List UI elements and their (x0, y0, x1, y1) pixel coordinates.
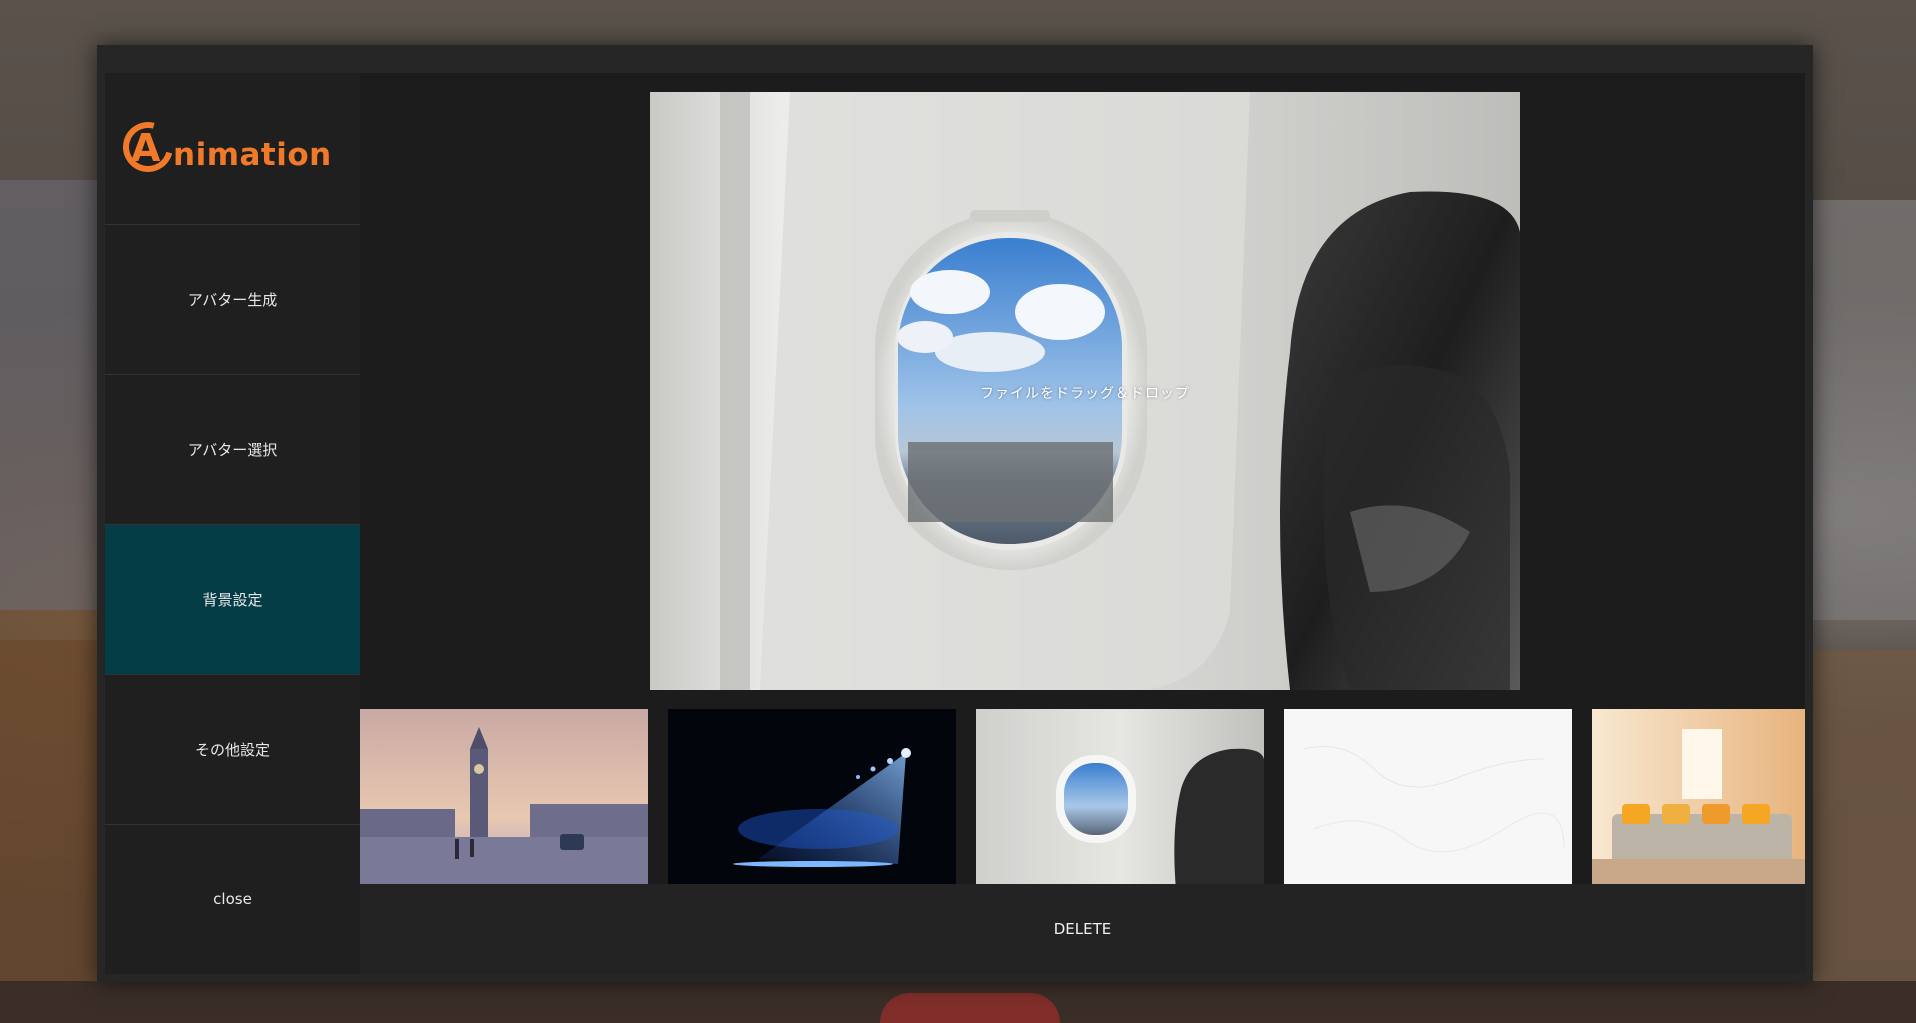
drop-hint: ファイルをドラッグ＆ドロップ (980, 386, 1190, 402)
background-thumbnail-white-texture[interactable] (1284, 709, 1572, 890)
sidebar: A nimation アバター生成 アバター選択 背景設定 その他設定 clos… (105, 73, 360, 974)
background-thumbnail-airplane[interactable] (976, 709, 1264, 890)
background-thumbnail-strip (360, 709, 1805, 890)
delete-button[interactable]: DELETE (360, 884, 1805, 974)
background-wall (0, 180, 110, 610)
sidebar-item-avatar-generate[interactable]: アバター生成 (105, 224, 360, 375)
app-logo: A nimation (105, 73, 360, 225)
background-preview-dropzone[interactable]: ファイルをドラッグ＆ドロップ (650, 92, 1520, 690)
main-panel: ファイルをドラッグ＆ドロップ DELETE (360, 73, 1805, 974)
background-window (1806, 200, 1916, 620)
logo-mark-letter: A (131, 126, 161, 171)
sidebar-item-close[interactable]: close (105, 824, 360, 974)
background-shelf-right (1806, 650, 1916, 1023)
background-shelf (0, 640, 110, 1023)
background-avatar (880, 993, 1060, 1023)
logo-icon: A (113, 113, 183, 182)
sidebar-item-background-settings[interactable]: 背景設定 (105, 524, 360, 675)
logo-text: nimation (173, 137, 332, 174)
background-thumbnail-big-ben[interactable] (360, 709, 648, 890)
sidebar-item-other-settings[interactable]: その他設定 (105, 674, 360, 825)
settings-modal: A nimation アバター生成 アバター選択 背景設定 その他設定 clos… (97, 45, 1813, 982)
background-thumbnail-spotlight[interactable] (668, 709, 956, 890)
background-thumbnail-bedroom[interactable] (1592, 709, 1805, 890)
sidebar-item-avatar-select[interactable]: アバター選択 (105, 374, 360, 525)
modal-body: A nimation アバター生成 アバター選択 背景設定 その他設定 clos… (105, 73, 1805, 974)
